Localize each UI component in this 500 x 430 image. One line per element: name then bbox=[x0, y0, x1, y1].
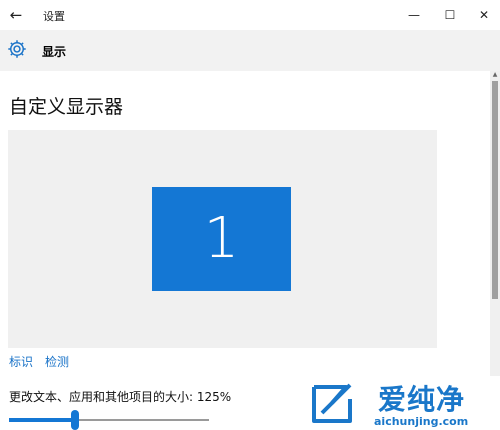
scale-slider[interactable] bbox=[9, 406, 209, 430]
minimize-button[interactable]: — bbox=[396, 0, 432, 30]
section-title: 自定义显示器 bbox=[9, 96, 124, 118]
watermark-url: aichunjing.com bbox=[374, 415, 469, 428]
detect-link[interactable]: 检测 bbox=[45, 353, 69, 370]
identify-link[interactable]: 标识 bbox=[9, 353, 33, 370]
scale-label: 更改文本、应用和其他项目的大小: 125% bbox=[9, 390, 232, 404]
close-button[interactable]: ✕ bbox=[466, 0, 500, 30]
scroll-up-icon[interactable]: ▲ bbox=[491, 71, 499, 79]
page-title: 显示 bbox=[42, 45, 67, 59]
page-header: 显示 bbox=[0, 30, 500, 71]
scrollbar-thumb[interactable] bbox=[492, 81, 498, 299]
title-bar: ← 设置 — ☐ ✕ bbox=[0, 0, 500, 30]
watermark: 爱纯净 aichunjing.com bbox=[306, 376, 500, 430]
gear-icon bbox=[8, 40, 26, 58]
display-arrangement-area: 1 bbox=[8, 130, 437, 348]
slider-fill bbox=[9, 418, 75, 422]
slider-thumb[interactable] bbox=[71, 410, 79, 430]
maximize-button[interactable]: ☐ bbox=[432, 0, 468, 30]
back-button[interactable]: ← bbox=[4, 4, 28, 26]
monitor-tile-1[interactable]: 1 bbox=[152, 187, 291, 291]
watermark-text: 爱纯净 bbox=[378, 383, 466, 416]
watermark-logo-icon bbox=[312, 383, 352, 423]
window-title: 设置 bbox=[43, 10, 65, 23]
